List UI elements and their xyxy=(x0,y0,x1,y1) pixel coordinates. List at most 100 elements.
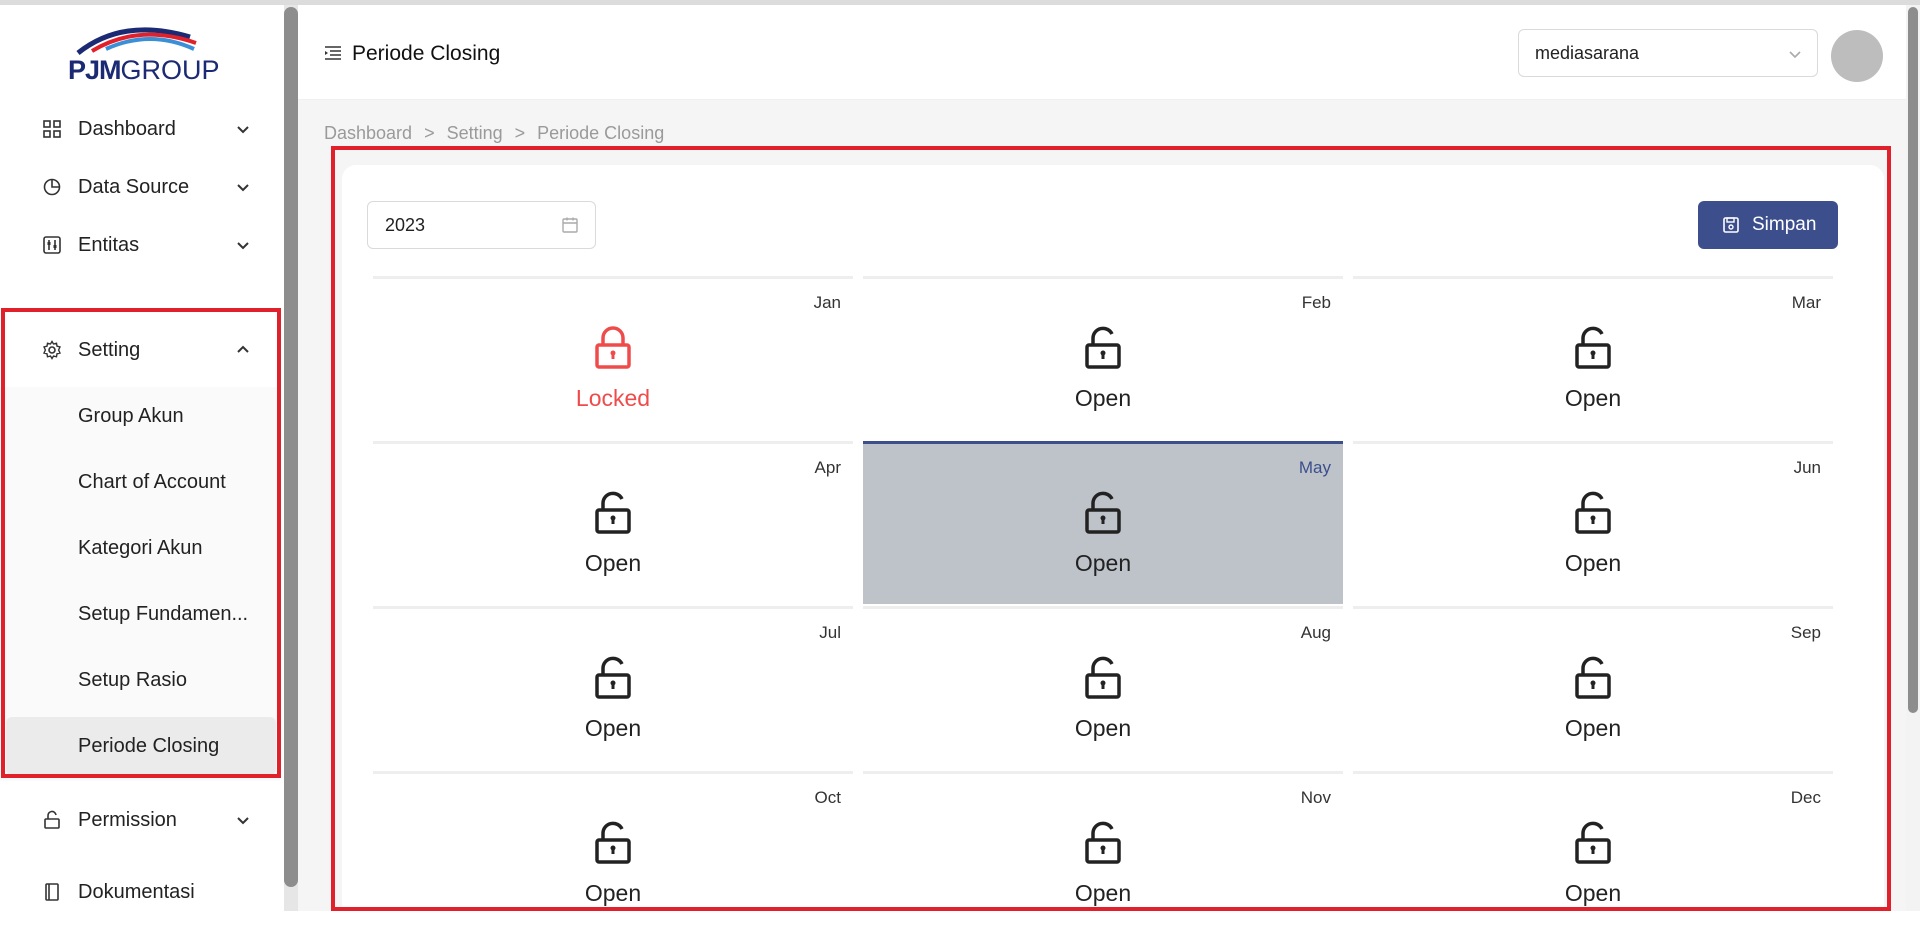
month-tile-aug[interactable]: Aug Open xyxy=(863,606,1343,769)
grid-icon xyxy=(43,120,61,138)
month-tile-mar[interactable]: Mar Open xyxy=(1353,276,1833,439)
gear-icon xyxy=(43,340,61,360)
month-name: Jun xyxy=(1793,458,1821,477)
submenu-item-chart-of-account[interactable]: Chart of Account xyxy=(6,453,276,511)
setting-submenu: Group Akun Chart of Account Kategori Aku… xyxy=(0,387,280,781)
submenu-item-setup-fundamental[interactable]: Setup Fundamen... xyxy=(6,585,276,643)
pie-chart-icon xyxy=(43,178,61,196)
unlock-icon xyxy=(1575,326,1611,369)
month-tile-feb[interactable]: Feb Open xyxy=(863,276,1343,439)
month-name: Mar xyxy=(1791,293,1821,312)
unlock-icon xyxy=(595,821,631,864)
submenu-item-label: Chart of Account xyxy=(78,470,226,493)
month-tile-oct[interactable]: Oct Open xyxy=(373,771,853,934)
save-button[interactable]: Simpan xyxy=(1698,201,1838,249)
month-name: Sep xyxy=(1790,623,1821,642)
month-status: Open xyxy=(1564,385,1622,411)
unlock-icon xyxy=(1575,491,1611,534)
menu-collapse-icon[interactable] xyxy=(324,45,342,61)
unlock-icon xyxy=(1085,326,1121,369)
sidebar-item-label: Entitas xyxy=(78,233,140,256)
month-status: Open xyxy=(1564,880,1622,906)
month-name: Jul xyxy=(819,623,841,642)
submenu-item-group-akun[interactable]: Group Akun xyxy=(6,387,276,445)
unlock-icon xyxy=(1085,821,1121,864)
avatar[interactable] xyxy=(1831,30,1883,82)
unlock-icon xyxy=(595,491,631,534)
month-status: Open xyxy=(1564,715,1622,741)
submenu-item-kategori-akun[interactable]: Kategori Akun xyxy=(6,519,276,577)
month-tile-sep[interactable]: Sep Open xyxy=(1353,606,1833,769)
company-select-value: mediasarana xyxy=(1535,43,1640,63)
submenu-item-label: Kategori Akun xyxy=(78,536,203,559)
month-name: May xyxy=(1298,458,1331,477)
chevron-down-icon xyxy=(1789,51,1801,59)
sidebar-item-label: Dokumentasi xyxy=(78,880,195,903)
sidebar: PJMGROUP Dashboard Data Source Entitas S… xyxy=(0,5,284,911)
sidebar-item-label: Dashboard xyxy=(78,117,176,140)
save-button-label: Simpan xyxy=(1752,214,1817,235)
sidebar-scrollbar-thumb[interactable] xyxy=(284,7,298,887)
month-tile-apr[interactable]: Apr Open xyxy=(373,441,853,604)
year-picker[interactable]: 2023 xyxy=(367,201,596,249)
top-header: Periode Closing mediasarana xyxy=(298,5,1906,100)
chevron-down-icon xyxy=(237,184,249,192)
month-tile-jul[interactable]: Jul Open xyxy=(373,606,853,769)
company-select[interactable]: mediasarana xyxy=(1518,29,1818,77)
unlock-icon xyxy=(44,810,60,829)
submenu-item-label: Periode Closing xyxy=(78,734,220,757)
chevron-up-icon xyxy=(237,345,249,353)
month-tile-may[interactable]: May Open xyxy=(863,441,1343,604)
unlock-icon xyxy=(1575,821,1611,864)
calendar-icon xyxy=(562,217,578,233)
month-status: Open xyxy=(584,550,642,576)
logo-text-group: GROUP xyxy=(120,55,220,85)
sidebar-item-entitas[interactable]: Entitas xyxy=(0,216,280,274)
chevron-down-icon xyxy=(237,817,249,825)
submenu-item-setup-rasio[interactable]: Setup Rasio xyxy=(6,651,276,709)
unlock-icon xyxy=(595,656,631,699)
chevron-down-icon xyxy=(237,242,249,250)
logo-text-main: PJM xyxy=(68,55,122,85)
month-tile-nov[interactable]: Nov Open xyxy=(863,771,1343,934)
sidebar-item-data-source[interactable]: Data Source xyxy=(0,158,280,216)
submenu-item-label: Group Akun xyxy=(78,404,184,427)
breadcrumb-separator: > xyxy=(424,123,435,143)
month-tile-jan[interactable]: Jan Locked xyxy=(373,276,853,439)
month-status: Locked xyxy=(575,385,651,411)
page-scrollbar[interactable] xyxy=(1906,5,1920,911)
month-status: Open xyxy=(584,715,642,741)
month-tile-dec[interactable]: Dec Open xyxy=(1353,771,1833,934)
month-name: Aug xyxy=(1300,623,1331,642)
month-name: Dec xyxy=(1790,788,1821,807)
sidebar-item-label: Setting xyxy=(78,338,141,361)
sidebar-item-permission[interactable]: Permission xyxy=(0,791,280,849)
breadcrumb-current: Periode Closing xyxy=(537,123,665,143)
breadcrumb-setting[interactable]: Setting xyxy=(447,123,503,144)
month-status: Open xyxy=(1074,880,1132,906)
save-icon xyxy=(1723,217,1739,233)
month-status: Open xyxy=(1074,550,1132,576)
sidebar-scrollbar[interactable] xyxy=(284,5,298,911)
submenu-item-periode-closing[interactable]: Periode Closing xyxy=(6,717,276,775)
unlock-icon xyxy=(1085,656,1121,699)
sidebar-item-dokumentasi[interactable]: Dokumentasi xyxy=(0,863,280,921)
sidebar-item-dashboard[interactable]: Dashboard xyxy=(0,100,280,158)
unlock-icon xyxy=(1575,656,1611,699)
logo: PJMGROUP xyxy=(68,19,220,89)
breadcrumb: Dashboard > Setting > Periode Closing xyxy=(324,123,664,144)
month-status: Open xyxy=(584,880,642,906)
month-status: Open xyxy=(1564,550,1622,576)
month-status: Open xyxy=(1074,385,1132,411)
breadcrumb-dashboard[interactable]: Dashboard xyxy=(324,123,412,144)
sidebar-item-setting[interactable]: Setting xyxy=(0,321,280,379)
submenu-item-label: Setup Rasio xyxy=(78,668,187,691)
breadcrumb-separator: > xyxy=(514,123,526,143)
sliders-icon xyxy=(43,236,61,254)
year-picker-value: 2023 xyxy=(385,215,426,235)
book-icon xyxy=(45,883,59,901)
page-scrollbar-thumb[interactable] xyxy=(1908,7,1918,713)
lock-icon xyxy=(595,326,631,369)
month-name: Oct xyxy=(814,788,841,807)
month-tile-jun[interactable]: Jun Open xyxy=(1353,441,1833,604)
